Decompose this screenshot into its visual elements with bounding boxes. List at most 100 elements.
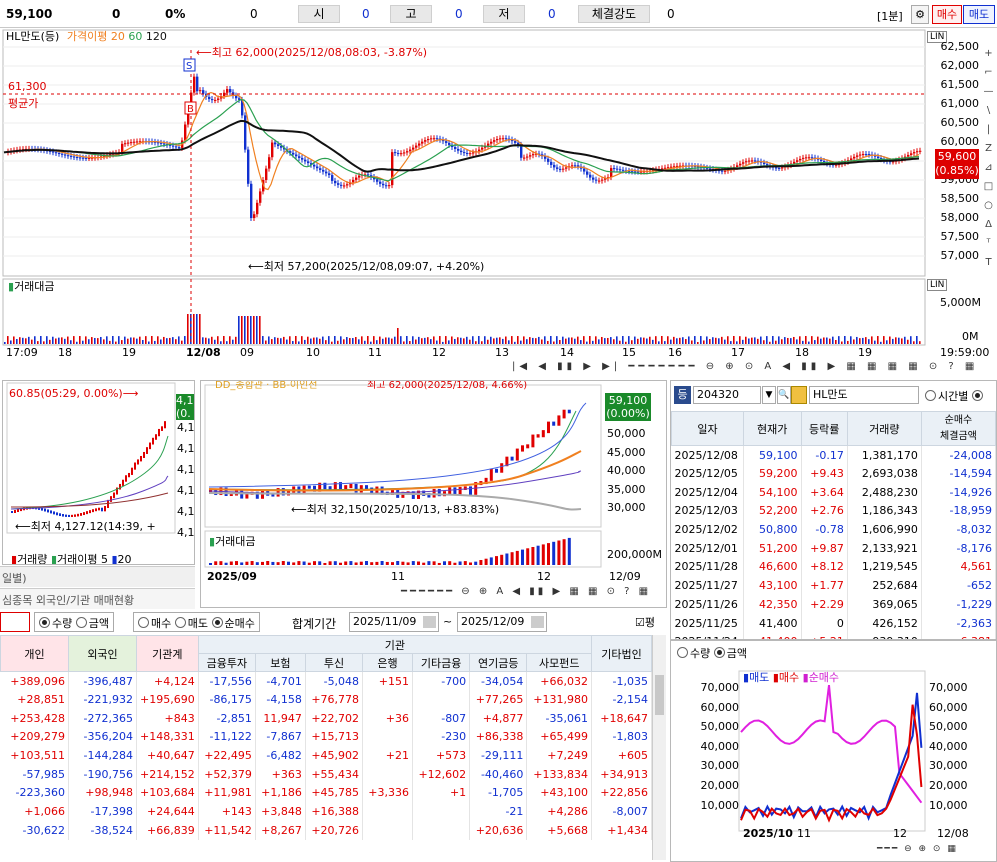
drawing-tool-icon[interactable]: Z [982,143,995,154]
buy-button[interactable]: 매수 [932,5,962,24]
table-cell: +253,428 [1,709,69,728]
intraday-chart-canvas[interactable]: S B [0,28,997,372]
tab-daily[interactable]: 일별) [0,566,195,587]
volume-bar [868,339,870,344]
table-row[interactable]: +1,066 -17,398 +24,644 +143 +3,848 +16,388 -21… [1,802,652,821]
table-row[interactable]: 2025/12/08 59,100 -0.17 1,381,170 -24,008 [672,446,996,465]
candle-body [532,154,534,155]
candle-body [520,145,522,158]
drawing-tool-icon[interactable]: T [982,257,995,268]
table-cell: 2025/12/08 [672,446,744,465]
stock-type-icon[interactable]: 등 [674,386,691,404]
volume-bar [274,337,276,344]
calendar-icon[interactable] [531,616,544,628]
table-row[interactable]: 2025/11/25 41,400 0 426,152 -2,363 [672,614,996,633]
chart-nav-controls[interactable]: |◀ ◀ ▮▮ ▶ ▶| ━━━━━━━ ⊖ ⊕ ⊙ A ◀ ▮▮ ▶ ▦ ▦ … [512,361,978,372]
table-row[interactable]: -57,985 -190,756 +214,152 +52,379 +363 +55,43… [1,765,652,784]
table-row[interactable]: 2025/11/2441,400+5.21939,3106,381 [672,632,996,640]
volume-bar [598,339,600,344]
table-row[interactable]: 2025/11/27 43,100 +1.77 252,684 -652 [672,576,996,595]
table-row[interactable]: 2025/12/01 51,200 +9.87 2,133,921 -8,176 [672,539,996,558]
daily-chart[interactable]: DD_종합관 · BB-이인전 최고 62,000(2025/12/08, 4.… [200,380,667,608]
table-row[interactable]: 2025/12/05 59,200 +9.43 2,693,038 -14,594 [672,464,996,483]
table-row[interactable]: +253,428 -272,365 +843 -2,851 11,947 +22,702 +… [1,709,652,728]
table-row[interactable]: 2025/12/02 50,800 -0.78 1,606,990 -8,032 [672,520,996,539]
table-row[interactable]: 2025/12/03 52,200 +2.76 1,186,343 -18,959 [672,502,996,521]
volume-bar [256,316,258,344]
search-icon[interactable]: 🔍 [777,386,791,404]
volume-bar [859,338,861,344]
volume-bar [67,337,69,344]
table-cell: -1,035 [592,672,652,691]
table-cell: 4,561 [921,558,995,577]
index-mini-chart[interactable]: 60.85(05:29, 0.00%)⟶ ⟵최저 4,127.12(14:39,… [2,380,195,565]
intraday-chart[interactable]: S B HL만도(등) 가격이평 20 60 120 ⟵최고 62,000(20… [0,28,997,372]
daily-volume-bar [495,556,498,565]
drawing-tool-icon[interactable]: — [982,86,995,97]
time-radio[interactable]: 시간별 [925,388,985,404]
table-cell: +98,948 [69,784,137,803]
table-row[interactable]: +389,096 -396,487 +4,124 -17,556 -4,701 -5,04… [1,672,652,691]
volume-bar [223,336,225,344]
volume-bar [553,342,555,344]
daily-volume-bar [313,561,316,565]
folder-icon[interactable] [791,386,807,404]
calendar-icon[interactable] [423,616,436,628]
qty-amt-toggle[interactable]: 수량 금액 [34,612,114,632]
col-volume: 거래량 [847,412,921,446]
daily-price-table: 일자 현재가 등락률 거래량 순매수 체결금액 2025/12/08 59,100-… [671,411,996,640]
candle-body [412,148,414,150]
vol-lin-label[interactable]: LIN [927,279,947,291]
code-dropdown-icon[interactable]: ▼ [762,386,776,404]
volume-bar [106,336,108,344]
candle-body [271,143,273,158]
flow-nav-controls[interactable]: ━━━ ⊖ ⊕ ⊙ ▦ [877,844,958,854]
table-cell: +4,124 [137,672,199,691]
table-row[interactable]: -30,622 -38,524 +66,839 +11,542 +8,267 +20,72… [1,821,652,840]
drawing-tool-icon[interactable]: Δ [982,219,995,230]
table-row[interactable]: +209,279 -356,204 +148,331 -11,122 -7,867 +15… [1,728,652,747]
flow-radio[interactable]: 수량 금액 [677,645,747,661]
volume-bar [454,339,456,344]
flat-checkbox[interactable]: ☑평 [635,614,655,630]
buy-sell-toggle[interactable]: 매수 매도 순매수 [133,612,260,632]
stock-code-input[interactable]: 204320 [693,386,761,404]
daily-volume-bar [308,563,311,565]
sell-button[interactable]: 매도 [963,5,995,24]
table-row[interactable]: 2025/12/04 54,100 +3.64 2,488,230 -14,926 [672,483,996,502]
tab-investor-flow[interactable]: 심종목 외국인/기관 매매현황 [0,588,195,609]
volume-bar [178,336,180,344]
table-row[interactable]: +28,851 -221,932 +195,690 -86,175 -4,158 +76,… [1,690,652,709]
table-cell: -356,204 [69,728,137,747]
candle-body [193,77,195,93]
drawing-tool-icon[interactable]: □ [982,181,995,192]
table-row[interactable]: 2025/11/28 46,600 +8.12 1,219,545 4,561 [672,558,996,577]
drawing-tool-icon[interactable]: ○ [982,200,995,211]
mini-candle [149,443,151,450]
period-selector[interactable]: [1분] [877,8,903,24]
daily-volume-bar [526,548,529,565]
candle-body [529,155,531,156]
drawing-tool-icon[interactable]: ᵀ [982,238,995,249]
table-cell: +12,602 [412,765,469,784]
table-cell: 2025/12/03 [672,502,744,521]
daily-nav-controls[interactable]: ━━━━━━ ⊖ ⊕ A ◀ ▮▮ ▶ ▦ ▦ ⊙ ? ▦ [401,586,651,597]
date-from-input[interactable]: 2025/11/09 [349,612,439,632]
drawing-tool-icon[interactable]: \ [982,105,995,116]
gear-icon[interactable]: ⚙ [911,5,929,24]
date-to-input[interactable]: 2025/12/09 [457,612,547,632]
daily-candle [568,410,571,414]
table-row[interactable]: 2025/11/26 42,350 +2.29 369,065 -1,229 [672,595,996,614]
table-row[interactable]: -223,360 +98,948 +103,684 +11,981 +1,186 +45,… [1,784,652,803]
investor-scrollbar[interactable] [652,635,666,860]
table-row[interactable]: +103,511 -144,284 +40,647 +22,495 -6,482 +45,… [1,746,652,765]
daily-volume-bar [490,557,493,565]
volume-bar [253,316,255,344]
opt-net: 순매수 [225,617,255,630]
code-input-small[interactable] [0,612,30,632]
drawing-tool-icon[interactable]: + [982,48,995,59]
volume-bar [484,336,486,344]
drawing-tool-icon[interactable]: ⊿ [982,162,995,173]
drawing-tool-icon[interactable]: ⌐ [982,67,995,78]
drawing-tool-icon[interactable]: | [982,124,995,135]
